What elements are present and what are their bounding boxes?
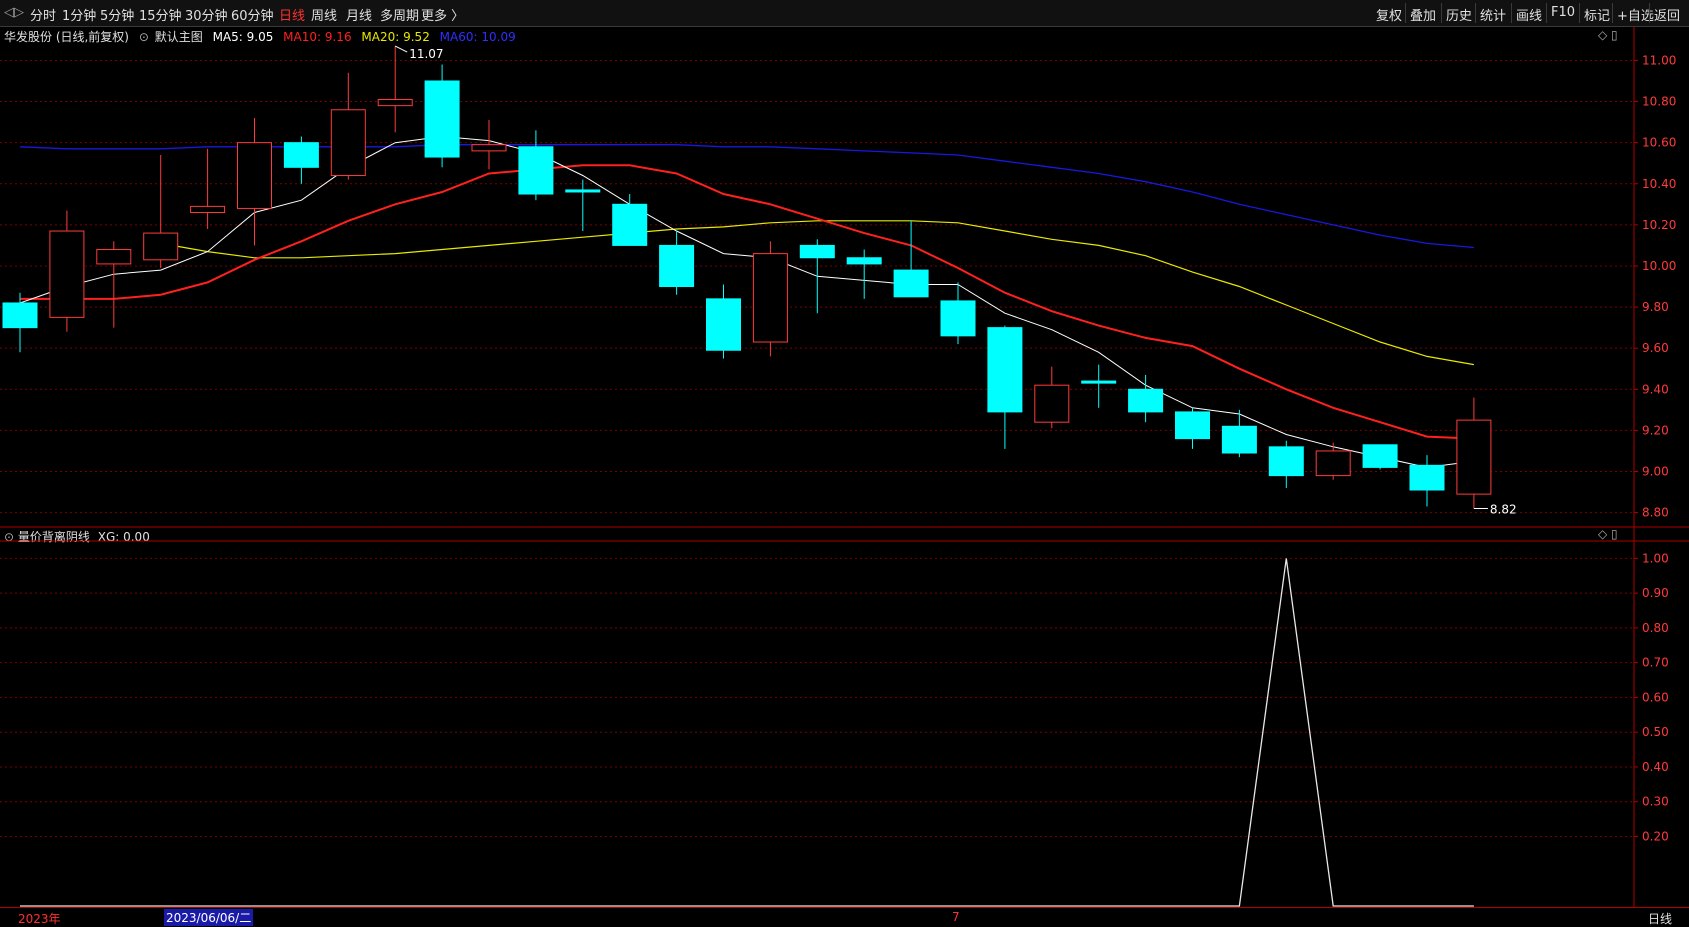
candle-body-up[interactable] (330, 109, 366, 177)
candle-body-up[interactable] (1315, 450, 1351, 477)
price-tick-label: 10.00 (1642, 259, 1676, 273)
candle-body-up[interactable] (471, 144, 507, 152)
indicator-tick-label: 0.80 (1642, 621, 1669, 635)
candle-body-down[interactable] (1175, 411, 1210, 440)
candle-body-down[interactable] (799, 244, 835, 259)
price-tick-label: 11.00 (1642, 53, 1676, 67)
candle-body-down[interactable] (424, 80, 460, 158)
high-marker-arrow (394, 45, 408, 53)
candle-body-down[interactable] (659, 244, 695, 288)
indicator-tick-label: 0.30 (1642, 795, 1669, 809)
price-tick-label: 9.20 (1642, 423, 1669, 437)
time-axis-bar: 2023年 2023/06/06/二 7 日线 (0, 907, 1689, 927)
low-marker-label: 8.82 (1490, 503, 1517, 517)
price-tick-label: 9.00 (1642, 465, 1669, 479)
candle-body-down[interactable] (283, 142, 319, 168)
candle-body-up[interactable] (190, 205, 226, 214)
candle-body-up[interactable] (1456, 419, 1492, 495)
price-tick-label: 10.20 (1642, 218, 1676, 232)
indicator-tick-label: 0.20 (1642, 829, 1669, 843)
price-tick-label: 10.60 (1642, 136, 1676, 150)
price-tick-label: 9.60 (1642, 341, 1669, 355)
candle-body-down[interactable] (518, 146, 554, 195)
candle-body-down[interactable] (1081, 380, 1117, 384)
price-tick-label: 10.80 (1642, 95, 1676, 109)
indicator-tick-label: 0.70 (1642, 656, 1669, 670)
candle-body-up[interactable] (143, 232, 179, 261)
candle-body-down[interactable] (893, 269, 929, 298)
candle-body-down[interactable] (706, 298, 741, 351)
price-tick-label: 9.80 (1642, 300, 1669, 314)
indicator-tick-label: 0.60 (1642, 690, 1669, 704)
price-tick-label: 10.40 (1642, 177, 1676, 191)
candle-body-down[interactable] (1128, 388, 1164, 413)
candle-body-down[interactable] (846, 257, 882, 265)
candle-body-up[interactable] (1034, 384, 1070, 423)
period-label[interactable]: 日线 (1648, 910, 1672, 927)
candle-body-up[interactable] (237, 142, 272, 209)
candle-body-down[interactable] (1409, 464, 1445, 491)
price-tick-label: 8.80 (1642, 506, 1669, 520)
candle-body-up[interactable] (49, 230, 85, 318)
indicator-tick-label: 0.40 (1642, 760, 1669, 774)
price-tick-label: 9.40 (1642, 382, 1669, 396)
stock-chart[interactable]: 11.00 10.80 10.60 10.40 10.20 10.00 9.80 9.60 9.… (0, 0, 1689, 924)
candle-body-down[interactable] (987, 327, 1023, 413)
candle-body-down[interactable] (1268, 446, 1304, 477)
candle-body-down[interactable] (612, 203, 648, 246)
high-marker-label: 11.07 (409, 47, 443, 61)
candle-body-up[interactable] (377, 98, 413, 107)
indicator-tick-label: 1.00 (1642, 551, 1669, 565)
indicator-tick-label: 0.50 (1642, 725, 1669, 739)
candle-body-down[interactable] (1221, 425, 1257, 454)
candle-body-down[interactable] (2, 302, 38, 329)
indicator-tick-label: 0.90 (1642, 586, 1669, 600)
candle-body-up[interactable] (752, 253, 788, 343)
candle-body-up[interactable] (96, 249, 132, 265)
candle-body-down[interactable] (565, 189, 601, 193)
year-label: 2023年 (18, 912, 61, 926)
candle-body-down[interactable] (1362, 444, 1398, 468)
candle-body-down[interactable] (940, 300, 976, 337)
cursor-date-label: 2023/06/06/二 (164, 909, 254, 926)
month-label: 7 (952, 910, 960, 924)
